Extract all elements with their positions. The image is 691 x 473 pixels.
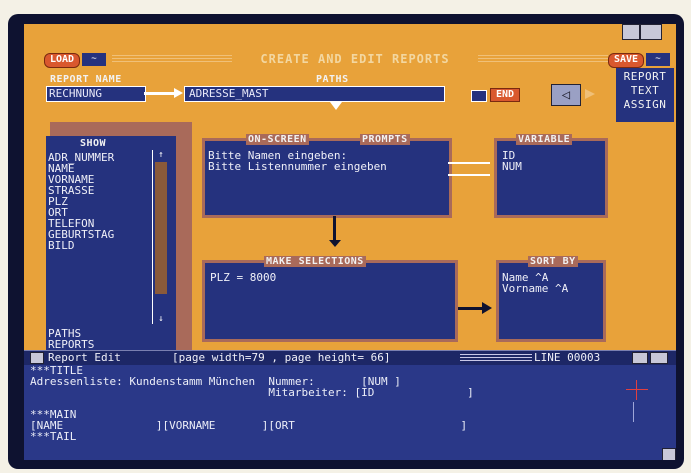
load-button[interactable]: LOAD: [44, 53, 80, 68]
save-label: SAVE: [613, 54, 639, 65]
crosshair-cursor-vertical: [636, 380, 637, 400]
screen: LOAD ~ CREATE AND EDIT REPORTS SAVE ~ RE…: [24, 24, 676, 460]
editor-line: [NAME ][VORNAME ][ORT ]: [30, 419, 468, 432]
paths-field[interactable]: ADRESSE_MAST: [184, 86, 445, 102]
window-depth-icon[interactable]: [640, 24, 662, 40]
menu-item-assign[interactable]: ASSIGN: [616, 98, 674, 112]
status-stripes: [460, 354, 532, 361]
connector-arrow-down-icon: [330, 102, 342, 110]
selections-text: PLZ = 8000: [210, 272, 276, 283]
scroll-up-icon[interactable]: ↑: [153, 150, 169, 160]
report-name-field[interactable]: RECHNUNG: [46, 86, 146, 102]
editor-line: ***TAIL: [30, 430, 77, 443]
list-item[interactable]: BILD: [48, 240, 148, 251]
arrow-right-icon: [482, 302, 492, 314]
monitor-bezel: LOAD ~ CREATE AND EDIT REPORTS SAVE ~ RE…: [8, 14, 684, 469]
scroll-down-icon[interactable]: ↓: [153, 314, 169, 324]
speaker-icon[interactable]: ◁: [551, 84, 581, 106]
variable-line[interactable]: NUM: [502, 161, 522, 172]
menu-item-text[interactable]: TEXT: [616, 84, 674, 98]
sort-text: Name ^A Vorname ^A: [502, 272, 568, 294]
prompts-label-left: ON-SCREEN: [246, 134, 309, 145]
menu-item-report[interactable]: REPORT: [616, 70, 674, 84]
load-label: LOAD: [49, 54, 75, 65]
status-mode: Report Edit: [48, 351, 121, 364]
end-button[interactable]: END: [490, 88, 520, 102]
paths-label: PATHS: [316, 74, 349, 85]
page-title: CREATE AND EDIT REPORTS: [232, 52, 478, 66]
prompt-link-lines: [448, 162, 490, 176]
show-list: ADR_NUMMER NAME VORNAME STRASSE PLZ ORT …: [48, 152, 148, 251]
save-arrow-icon[interactable]: ~: [646, 53, 670, 66]
close-gadget-icon[interactable]: [30, 352, 44, 364]
scroll-thumb[interactable]: [155, 162, 167, 294]
resize-gadget-icon[interactable]: [662, 448, 676, 460]
report-name-label: REPORT NAME: [50, 74, 122, 85]
window-gadget-icon[interactable]: [622, 24, 640, 40]
show-label: SHOW: [80, 138, 107, 149]
prompts-text: Bitte Namen eingeben: Bitte Listennummer…: [208, 150, 387, 172]
prompts-label-right: PROMPTS: [360, 134, 410, 145]
crosshair-cursor-icon: [626, 389, 648, 390]
selections-label: MAKE SELECTIONS: [264, 256, 366, 267]
connector-line: [144, 92, 174, 95]
end-label: END: [495, 89, 515, 100]
show-bottom-list: PATHS REPORTS: [48, 328, 94, 350]
arrow-right-icon: [174, 88, 183, 98]
status-page-info: [page width=79 , page height= 66]: [172, 351, 391, 364]
sort-label: SORT BY: [528, 256, 578, 267]
variable-text: ID NUM: [502, 150, 522, 172]
variable-label: VARIABLE: [516, 134, 573, 145]
selection-line[interactable]: PLZ = 8000: [210, 272, 276, 283]
paths-toggle-icon[interactable]: [471, 90, 487, 102]
status-line-info: LINE 00003: [534, 351, 601, 364]
load-arrow-icon[interactable]: ~: [82, 53, 106, 66]
save-button[interactable]: SAVE: [608, 53, 644, 68]
connector-arrow-down-icon: [329, 240, 341, 247]
arrow-right-icon: [585, 89, 595, 99]
text-cursor: [633, 402, 634, 422]
connector-line: [333, 216, 336, 242]
window-depth-icon[interactable]: [650, 352, 668, 364]
editor-area[interactable]: ***TITLE Adressenliste: Kundenstamm Münc…: [24, 365, 676, 460]
window-gadget-icon[interactable]: [632, 352, 648, 364]
prompt-line[interactable]: Bitte Listennummer eingeben: [208, 161, 387, 172]
sort-line[interactable]: Vorname ^A: [502, 283, 568, 294]
editor-line: Mitarbeiter: [ID ]: [30, 386, 474, 399]
report-menu: REPORT TEXT ASSIGN: [616, 68, 674, 122]
show-scrollbar[interactable]: ↑ ↓: [152, 150, 169, 324]
list-item[interactable]: REPORTS: [48, 339, 94, 350]
